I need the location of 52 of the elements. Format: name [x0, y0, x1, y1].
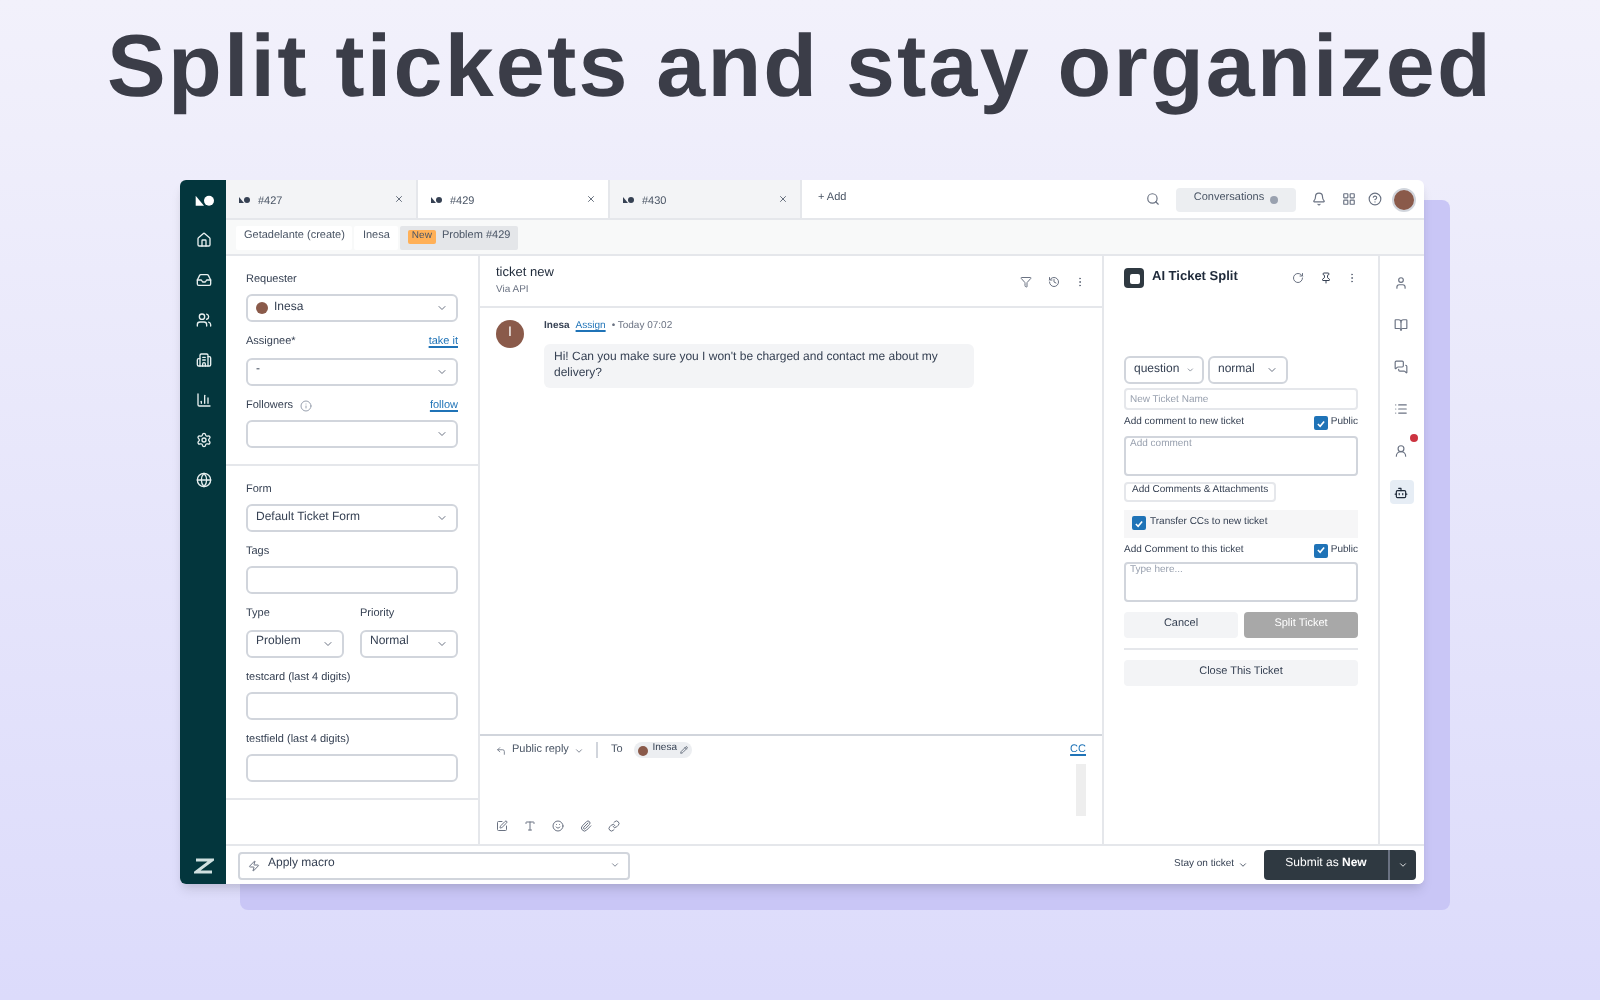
- users-icon[interactable]: [195, 312, 211, 328]
- chevron-down-icon: [436, 512, 448, 524]
- chevron-down-icon: [574, 745, 585, 756]
- bot-icon[interactable]: [1389, 480, 1413, 504]
- chevron-down-icon: [610, 860, 620, 870]
- inbox-icon[interactable]: [195, 272, 211, 288]
- grid-icon[interactable]: [1342, 192, 1356, 206]
- link-icon[interactable]: [608, 820, 620, 832]
- compose-icon[interactable]: [496, 820, 508, 832]
- chevron-down-icon: [436, 427, 448, 440]
- logo-icon: [622, 194, 634, 204]
- chevron-down-icon: [436, 302, 448, 315]
- text-format-icon[interactable]: [524, 820, 536, 832]
- settings-icon[interactable]: [195, 432, 211, 448]
- lightning-icon: [248, 859, 260, 871]
- pencil-icon[interactable]: [680, 746, 689, 755]
- chevron-down-icon: [1238, 860, 1248, 870]
- bell-icon[interactable]: [1312, 192, 1326, 206]
- input-field[interactable]: [246, 566, 458, 595]
- chart-icon[interactable]: [195, 392, 211, 408]
- history-icon[interactable]: [1048, 275, 1060, 287]
- refresh-icon[interactable]: [1292, 272, 1304, 284]
- logo-icon: [193, 190, 213, 208]
- chevron-down-icon: [1185, 364, 1194, 376]
- input-field[interactable]: [246, 691, 458, 720]
- home-icon[interactable]: [195, 232, 211, 248]
- filter-icon[interactable]: [1020, 275, 1032, 287]
- checkbox[interactable]: [1314, 416, 1329, 431]
- select-field[interactable]: [246, 419, 458, 448]
- chevron-down-icon: [1398, 860, 1408, 870]
- search-icon[interactable]: [1146, 192, 1160, 206]
- reply-icon: [496, 745, 506, 756]
- emoji-icon[interactable]: [552, 820, 564, 832]
- pin-icon[interactable]: [1320, 272, 1332, 284]
- headline: Split tickets and stay organized: [107, 16, 1493, 120]
- logo-icon: [238, 194, 250, 204]
- help-icon[interactable]: [1368, 192, 1382, 206]
- chevron-down-icon: [436, 365, 448, 377]
- app-logo-icon: [1124, 268, 1144, 288]
- input-field[interactable]: [246, 754, 458, 782]
- chevron-down-icon: [322, 637, 334, 649]
- chevron-down-icon: [436, 637, 448, 649]
- z-logo-icon: [193, 858, 213, 874]
- building-icon[interactable]: [195, 352, 211, 368]
- checkbox[interactable]: [1132, 516, 1146, 530]
- submit-options-button[interactable]: [1388, 850, 1416, 880]
- avatar[interactable]: [1392, 187, 1416, 211]
- globe-icon[interactable]: [195, 472, 211, 488]
- attachment-icon[interactable]: [580, 820, 592, 832]
- chevron-down-icon: [1266, 364, 1278, 376]
- checkbox[interactable]: [1314, 543, 1329, 558]
- logo-icon: [430, 194, 442, 204]
